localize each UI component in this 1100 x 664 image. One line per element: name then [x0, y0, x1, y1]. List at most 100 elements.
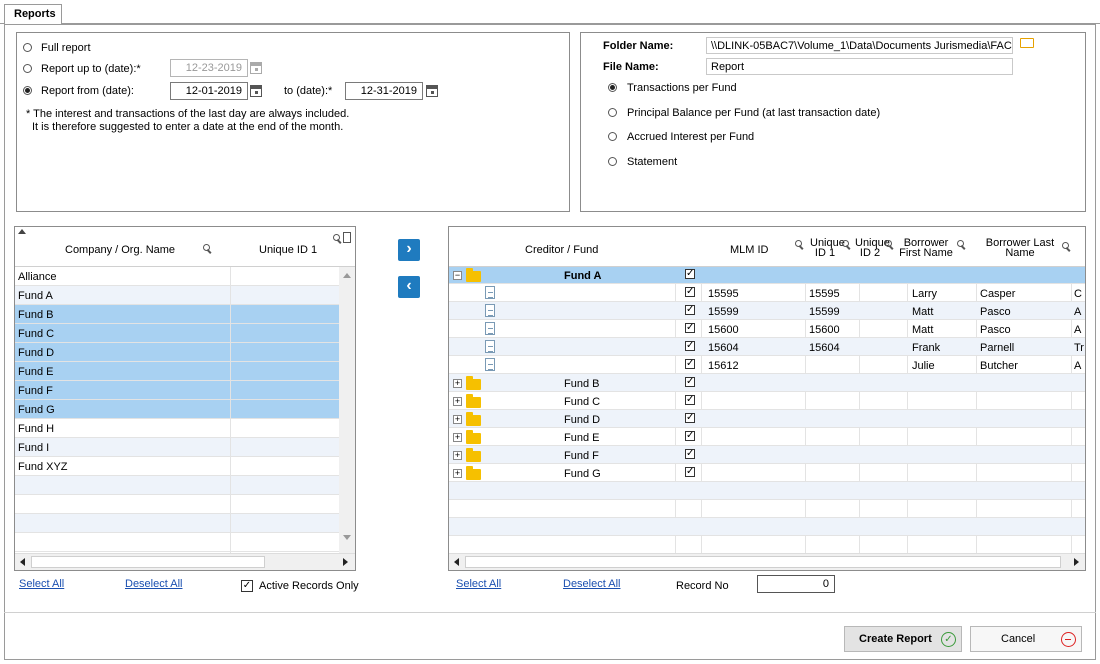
record-no-input[interactable]: 0: [757, 575, 835, 593]
calendar-icon[interactable]: [426, 85, 438, 97]
table-row[interactable]: [15, 533, 339, 552]
table-row[interactable]: + Fund G ✓: [449, 464, 1085, 482]
search-key-icon[interactable]: [885, 240, 895, 250]
table-row[interactable]: ✓ 15600 15600 Matt Pasco A: [449, 320, 1085, 338]
scroll-left-icon[interactable]: [20, 558, 25, 566]
file-name-input[interactable]: Report: [706, 58, 1013, 75]
deselect-all-link[interactable]: Deselect All: [563, 578, 620, 590]
report-up-to-radio[interactable]: [23, 64, 32, 73]
table-row[interactable]: + Fund C ✓: [449, 392, 1085, 410]
scroll-left-icon[interactable]: [454, 558, 459, 566]
table-row[interactable]: Fund A: [15, 286, 339, 305]
cancel-button[interactable]: Cancel: [970, 626, 1082, 652]
column-chooser-icon[interactable]: [343, 232, 351, 243]
calendar-icon[interactable]: [250, 62, 262, 74]
table-row[interactable]: + Fund E ✓: [449, 428, 1085, 446]
search-key-icon[interactable]: [842, 240, 852, 250]
folder-icon[interactable]: [1020, 38, 1034, 48]
calendar-icon[interactable]: [250, 85, 262, 97]
to-date-input[interactable]: 12-31-2019: [345, 82, 423, 100]
search-key-icon[interactable]: [795, 240, 805, 250]
table-row[interactable]: ✓ 15599 15599 Matt Pasco A: [449, 302, 1085, 320]
transactions-per-fund-radio[interactable]: [608, 83, 617, 92]
scroll-down-icon[interactable]: [343, 535, 351, 540]
expand-icon[interactable]: +: [453, 379, 462, 388]
report-from-radio[interactable]: [23, 86, 32, 95]
table-row[interactable]: Fund C: [15, 324, 339, 343]
tab-reports[interactable]: Reports: [4, 4, 62, 25]
expand-icon[interactable]: +: [453, 397, 462, 406]
collapse-icon[interactable]: −: [453, 271, 462, 280]
table-row[interactable]: [449, 482, 1085, 500]
accrued-interest-radio[interactable]: [608, 132, 617, 141]
row-checkbox[interactable]: ✓: [685, 341, 695, 351]
row-checkbox[interactable]: ✓: [685, 395, 695, 405]
table-row[interactable]: + Fund B ✓: [449, 374, 1085, 392]
select-all-link[interactable]: Select All: [456, 578, 501, 590]
search-key-icon[interactable]: [957, 240, 967, 250]
vertical-scrollbar[interactable]: [339, 267, 355, 553]
horizontal-scrollbar[interactable]: [15, 553, 355, 570]
column-unique-id-1[interactable]: Unique ID 1: [259, 244, 317, 256]
row-checkbox[interactable]: ✓: [685, 467, 695, 477]
row-checkbox[interactable]: ✓: [685, 377, 695, 387]
scroll-right-icon[interactable]: [343, 558, 348, 566]
table-row[interactable]: Fund I: [15, 438, 339, 457]
table-row[interactable]: [449, 500, 1085, 518]
statement-radio[interactable]: [608, 157, 617, 166]
table-row[interactable]: [15, 476, 339, 495]
table-row[interactable]: Fund H: [15, 419, 339, 438]
row-checkbox[interactable]: ✓: [685, 287, 695, 297]
report-up-to-date-input[interactable]: 12-23-2019: [170, 59, 248, 77]
select-all-link[interactable]: Select All: [19, 578, 64, 590]
scroll-thumb[interactable]: [465, 556, 1061, 568]
horizontal-scrollbar[interactable]: [449, 553, 1085, 570]
folder-name-input[interactable]: \\DLINK-05BAC7\Volume_1\Data\Documents J…: [706, 37, 1013, 54]
column-company-name[interactable]: Company / Org. Name: [65, 244, 175, 256]
table-row[interactable]: Fund F: [15, 381, 339, 400]
expand-icon[interactable]: +: [453, 469, 462, 478]
table-row[interactable]: [15, 495, 339, 514]
column-mlm-id[interactable]: MLM ID: [730, 244, 769, 256]
row-checkbox[interactable]: ✓: [685, 431, 695, 441]
table-row[interactable]: ✓ 15595 15595 Larry Casper C: [449, 284, 1085, 302]
move-right-button[interactable]: ›: [398, 239, 420, 261]
search-key-icon[interactable]: [333, 234, 343, 244]
move-left-button[interactable]: ‹: [398, 276, 420, 298]
table-row[interactable]: ✓ 15604 15604 Frank Parnell Tr: [449, 338, 1085, 356]
scroll-right-icon[interactable]: [1074, 558, 1079, 566]
table-row[interactable]: ✓ 15612 Julie Butcher A: [449, 356, 1085, 374]
row-checkbox[interactable]: ✓: [685, 413, 695, 423]
scroll-thumb[interactable]: [31, 556, 265, 568]
expand-icon[interactable]: +: [453, 433, 462, 442]
table-row[interactable]: Alliance: [15, 267, 339, 286]
active-records-checkbox[interactable]: ✓: [241, 580, 253, 592]
deselect-all-link[interactable]: Deselect All: [125, 578, 182, 590]
create-report-button[interactable]: Create Report ✓: [844, 626, 962, 652]
table-row[interactable]: [15, 514, 339, 533]
table-row[interactable]: + Fund D ✓: [449, 410, 1085, 428]
table-row[interactable]: Fund B: [15, 305, 339, 324]
table-row[interactable]: [449, 518, 1085, 536]
table-row[interactable]: − Fund A ✓: [449, 267, 1085, 284]
scroll-up-icon[interactable]: [343, 273, 351, 278]
full-report-radio[interactable]: [23, 43, 32, 52]
row-checkbox[interactable]: ✓: [685, 359, 695, 369]
table-row[interactable]: Fund XYZ: [15, 457, 339, 476]
expand-icon[interactable]: +: [453, 451, 462, 460]
table-row[interactable]: [449, 536, 1085, 554]
search-key-icon[interactable]: [203, 244, 213, 254]
row-checkbox[interactable]: ✓: [685, 449, 695, 459]
table-row[interactable]: + Fund F ✓: [449, 446, 1085, 464]
expand-icon[interactable]: +: [453, 415, 462, 424]
row-checkbox[interactable]: ✓: [685, 323, 695, 333]
column-creditor-fund[interactable]: Creditor / Fund: [525, 244, 598, 256]
row-checkbox[interactable]: ✓: [685, 305, 695, 315]
principal-balance-radio[interactable]: [608, 108, 617, 117]
table-row[interactable]: Fund E: [15, 362, 339, 381]
table-row[interactable]: Fund G: [15, 400, 339, 419]
table-row[interactable]: Fund D: [15, 343, 339, 362]
report-from-date-input[interactable]: 12-01-2019: [170, 82, 248, 100]
search-key-icon[interactable]: [1062, 242, 1072, 252]
row-checkbox[interactable]: ✓: [685, 269, 695, 279]
